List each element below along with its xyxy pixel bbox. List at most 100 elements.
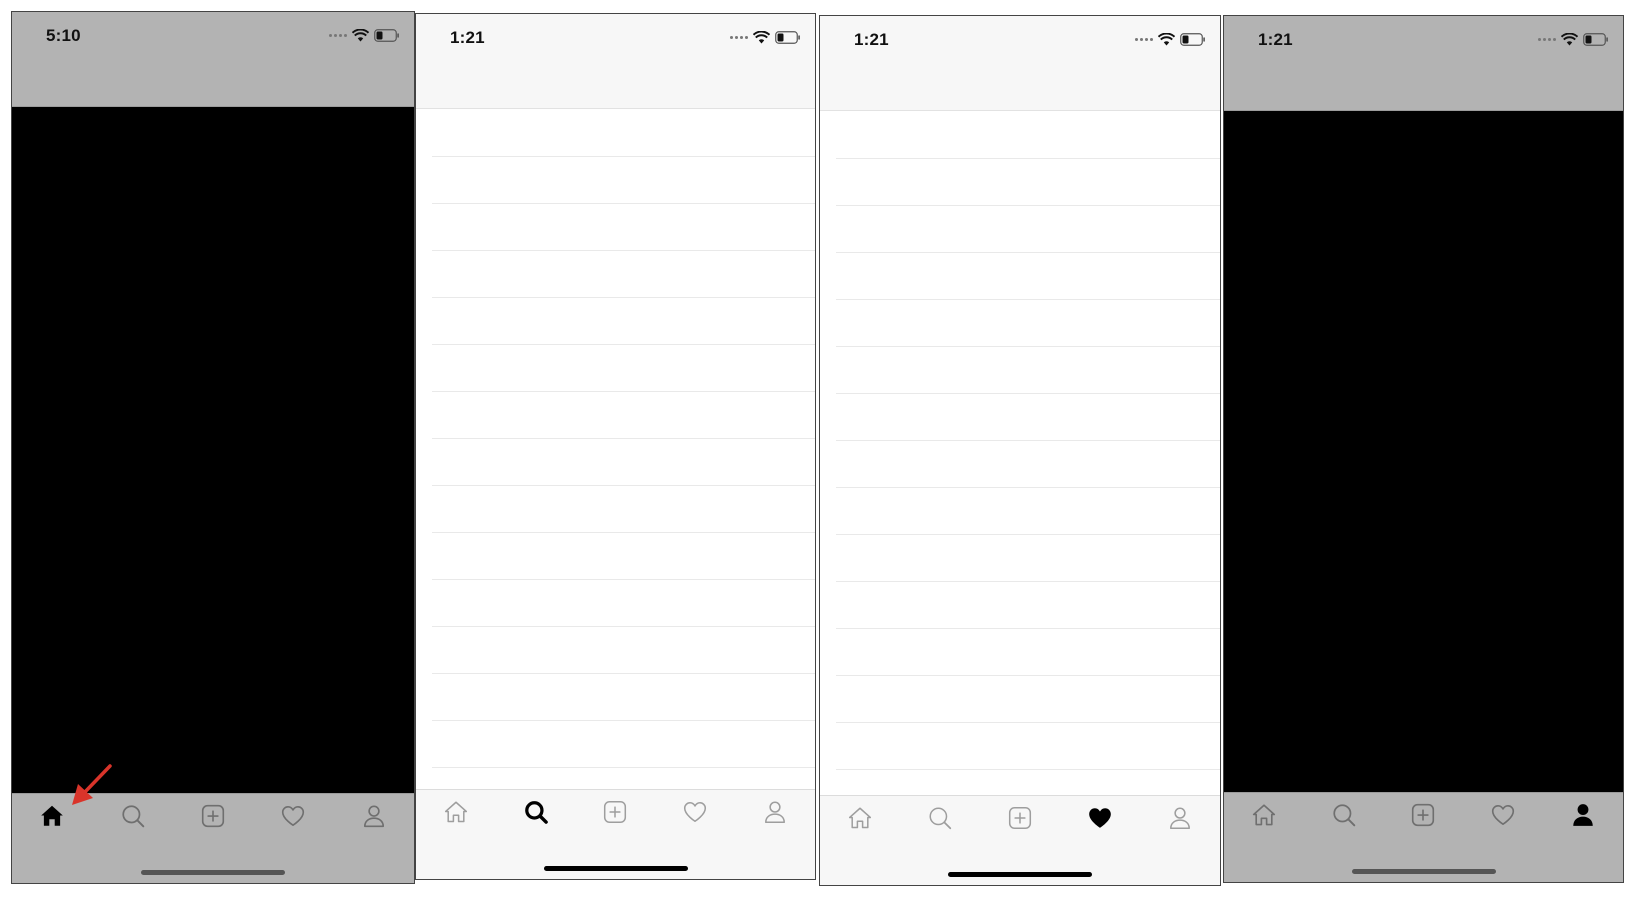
phone-screen-home: 5:10 [11,11,415,884]
status-bar: 1:21 [416,14,815,109]
person-icon [1170,807,1190,830]
status-time: 5:10 [46,26,81,45]
list-separator [432,438,815,439]
tab-add[interactable] [994,796,1046,840]
tab-search[interactable] [510,790,562,834]
person-icon [765,801,786,824]
list-separator [432,720,815,721]
search-icon [929,807,952,830]
list-separator [836,440,1220,441]
tab-activity[interactable] [669,790,721,834]
search-icon [524,801,548,824]
signal-icon [329,33,347,37]
phone-screen-activity: 1:21 [819,15,1221,886]
list-separator [432,250,815,251]
wifi-icon [352,28,369,41]
battery-icon [1583,32,1608,46]
list-separator [432,297,815,298]
list-separator [432,203,815,204]
tab-add[interactable] [187,794,239,838]
tab-activity[interactable] [1477,793,1529,837]
list-separator [432,579,815,580]
tab-home[interactable] [834,796,886,840]
status-time: 1:21 [450,28,485,47]
list-separator [836,158,1220,159]
home-icon [41,805,64,826]
add-square-icon [201,804,225,828]
tab-add[interactable] [1397,793,1449,837]
phone-screen-search: 1:21 [415,13,816,880]
add-square-icon [1412,803,1435,827]
list-separator [836,581,1220,582]
status-time: 1:21 [854,30,889,49]
home-icon [1252,804,1275,826]
content-area [12,108,414,793]
list-separator [432,156,815,157]
home-indicator[interactable] [543,866,688,871]
home-icon [444,801,467,823]
heart-icon [1492,804,1515,826]
home-indicator[interactable] [141,870,285,875]
wifi-icon [1561,32,1578,45]
tab-profile[interactable] [749,790,801,834]
tab-bar [820,795,1220,885]
list-separator [836,487,1220,488]
list-separator [432,767,815,768]
list-separator [432,344,815,345]
battery-icon [775,30,800,44]
list-separator [432,626,815,627]
heart-icon [282,805,305,827]
home-icon [848,807,872,829]
list-separator [836,534,1220,535]
list-separator [836,393,1220,394]
list-separator [836,675,1220,676]
list-separator [836,722,1220,723]
tab-profile[interactable] [1557,793,1609,837]
status-bar: 5:10 [12,12,414,107]
home-indicator[interactable] [1351,869,1496,874]
empty-list [820,112,1220,795]
signal-icon [730,35,748,39]
signal-icon [1135,37,1153,41]
heart-icon [1089,808,1111,828]
tab-activity[interactable] [267,794,319,838]
annotation-arrow-icon [72,764,112,805]
person-icon [363,805,384,828]
list-separator [836,628,1220,629]
empty-list [416,110,815,789]
content-area [1224,112,1623,792]
tab-bar [416,789,815,879]
add-square-icon [1008,806,1032,830]
list-separator [836,346,1220,347]
wifi-icon [1158,32,1175,45]
tab-activity[interactable] [1074,796,1126,840]
status-bar: 1:21 [1224,16,1623,111]
add-square-icon [604,800,627,824]
list-separator [432,673,815,674]
tab-profile[interactable] [348,794,400,838]
list-separator [836,769,1220,770]
list-separator [836,205,1220,206]
tab-add[interactable] [589,790,641,834]
list-separator [432,391,815,392]
list-separator [432,532,815,533]
list-separator [836,299,1220,300]
heart-icon [684,802,707,822]
tab-profile[interactable] [1154,796,1206,840]
list-separator [836,252,1220,253]
person-icon [1573,804,1593,826]
tab-bar [1224,792,1623,882]
tab-search[interactable] [1318,793,1370,837]
battery-icon [1180,32,1205,46]
home-indicator[interactable] [948,872,1092,877]
wifi-icon [753,30,770,43]
list-separator [432,485,815,486]
battery-icon [374,28,399,42]
status-bar: 1:21 [820,16,1220,111]
search-icon [121,805,144,828]
tab-home[interactable] [1238,793,1290,837]
status-time: 1:21 [1258,30,1293,49]
tab-home[interactable] [430,790,482,834]
tab-search[interactable] [914,796,966,840]
signal-icon [1538,37,1556,41]
